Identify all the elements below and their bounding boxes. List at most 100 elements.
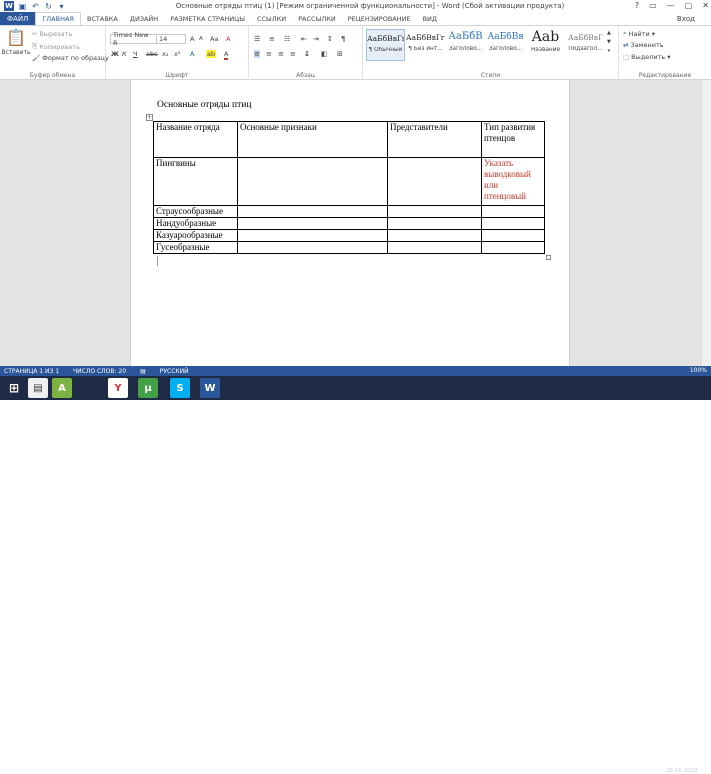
format-painter-button[interactable]: 🖌 Формат по образцу	[32, 54, 109, 62]
table-cell[interactable]: Казуарообразные	[153, 229, 238, 242]
word-count[interactable]: ЧИСЛО СЛОВ: 20	[73, 368, 126, 375]
table-cell[interactable]: Тип развития птенцов	[481, 121, 545, 158]
strikethrough-button[interactable]: abc	[146, 50, 158, 58]
style-heading-2[interactable]: АаБбВв Заголово...	[486, 29, 525, 61]
undo-icon[interactable]: ↶	[31, 2, 40, 11]
table-cell[interactable]: Основные признаки	[237, 121, 388, 158]
grow-font-button[interactable]: A	[190, 35, 194, 43]
word-taskbar-icon[interactable]: W	[200, 378, 220, 398]
tab-mailings[interactable]: РАССЫЛКИ	[292, 12, 342, 25]
table-move-handle[interactable]: +	[146, 114, 153, 121]
paste-button[interactable]: 📋 Вставить	[1, 28, 30, 56]
align-left-icon[interactable]: ≡	[254, 50, 260, 58]
customize-qat-icon[interactable]: ▾	[57, 2, 66, 11]
table-cell[interactable]: Пингвины	[153, 157, 238, 206]
table-cell[interactable]	[481, 229, 545, 242]
table-cell[interactable]	[387, 217, 482, 230]
explorer-icon[interactable]: ▤	[28, 378, 48, 398]
skype-icon[interactable]: S	[170, 378, 190, 398]
copy-button[interactable]: ⎘ Копировать	[32, 42, 80, 51]
table-cell[interactable]	[237, 205, 388, 218]
tab-view[interactable]: ВИД	[417, 12, 443, 25]
shrink-font-button[interactable]: A	[199, 36, 203, 42]
style-subtitle[interactable]: АаБбВвГ Подзагол...	[566, 29, 605, 61]
torrent-icon[interactable]: µ	[138, 378, 158, 398]
justify-icon[interactable]: ≡	[290, 50, 296, 58]
tab-page-layout[interactable]: РАЗМЕТКА СТРАНИЦЫ	[164, 12, 251, 25]
table-cell[interactable]	[387, 229, 482, 242]
font-size-select[interactable]: 14	[156, 34, 186, 44]
minimize-icon[interactable]: —	[667, 1, 675, 10]
style-title[interactable]: Aab Название	[526, 29, 565, 61]
increase-indent-icon[interactable]: ⇥	[313, 35, 319, 43]
table-cell[interactable]	[237, 217, 388, 230]
replace-button[interactable]: ⇄ Заменить	[623, 41, 664, 49]
font-name-select[interactable]: Times New R	[110, 31, 158, 47]
proofing-icon[interactable]: ▤	[140, 368, 146, 375]
table-cell[interactable]: Представители	[387, 121, 482, 158]
tab-review[interactable]: РЕЦЕНЗИРОВАНИЕ	[342, 12, 417, 25]
decrease-indent-icon[interactable]: ⇤	[301, 35, 307, 43]
table-cell[interactable]: Название отряда	[153, 121, 238, 158]
tab-file[interactable]: ФАЙЛ	[0, 12, 36, 25]
table-cell[interactable]	[237, 229, 388, 242]
save-icon[interactable]: ▣	[18, 2, 27, 11]
show-marks-icon[interactable]: ¶	[341, 35, 345, 43]
table-cell[interactable]	[481, 217, 545, 230]
close-icon[interactable]: ✕	[702, 1, 709, 10]
change-case-button[interactable]: Aa	[210, 35, 218, 43]
find-button[interactable]: ⌕ Найти ▾	[623, 29, 655, 38]
vertical-scrollbar[interactable]	[701, 80, 711, 366]
table-cell[interactable]	[237, 241, 388, 254]
table-cell[interactable]	[387, 205, 482, 218]
italic-button[interactable]: К	[122, 50, 127, 58]
shading-icon[interactable]: ◧	[321, 50, 328, 58]
start-icon[interactable]: ⊞	[4, 378, 24, 398]
tab-design[interactable]: ДИЗАЙН	[124, 12, 164, 25]
table-cell[interactable]	[481, 241, 545, 254]
yandex-browser-icon[interactable]: Y	[108, 378, 128, 398]
table-cell[interactable]: Указать выводковый или птенцовый	[481, 157, 545, 206]
select-button[interactable]: ⬚ Выделить ▾	[623, 53, 671, 61]
document-table[interactable]: Название отряда Основные признаки Предст…	[153, 121, 545, 254]
bold-button[interactable]: Ж	[111, 50, 119, 58]
table-cell[interactable]	[481, 205, 545, 218]
tab-insert[interactable]: ВСТАВКА	[81, 12, 124, 25]
text-effects-button[interactable]: A	[190, 50, 194, 58]
maximize-icon[interactable]: ▢	[685, 1, 693, 10]
highlight-button[interactable]: ab	[206, 50, 217, 58]
ribbon-display-icon[interactable]: ▭	[649, 1, 657, 10]
style-normal[interactable]: АаБбВвГг, ¶ Обычный	[366, 29, 405, 61]
table-cell[interactable]: Страусообразные	[153, 205, 238, 218]
table-cell[interactable]	[237, 157, 388, 206]
help-icon[interactable]: ?	[635, 1, 639, 10]
table-cell[interactable]	[387, 241, 482, 254]
subscript-button[interactable]: x₂	[162, 50, 168, 58]
superscript-button[interactable]: x²	[174, 50, 180, 58]
font-color-button[interactable]: A	[224, 50, 229, 60]
line-spacing-icon[interactable]: ↨	[304, 50, 310, 58]
style-no-spacing[interactable]: АаБбВвГг, ¶ Без инт...	[406, 29, 445, 61]
numbering-icon[interactable]: ≡	[269, 35, 275, 43]
sort-icon[interactable]: ↕	[327, 35, 333, 43]
align-center-icon[interactable]: ≡	[266, 50, 272, 58]
borders-icon[interactable]: ⊞	[337, 50, 343, 58]
tab-references[interactable]: ССЫЛКИ	[251, 12, 292, 25]
align-right-icon[interactable]: ≡	[278, 50, 284, 58]
table-cell[interactable]: Гусеобразные	[153, 241, 238, 254]
bullets-icon[interactable]: ☰	[254, 35, 260, 43]
underline-button[interactable]: Ч	[133, 50, 137, 58]
page-count[interactable]: СТРАНИЦА 1 ИЗ 1	[4, 368, 59, 375]
clear-format-button[interactable]: A	[226, 35, 230, 43]
table-cell[interactable]: Нандуобразные	[153, 217, 238, 230]
table-cell[interactable]	[387, 157, 482, 206]
document-page[interactable]: Основные отряды птиц + Название отряда О…	[130, 80, 570, 366]
zoom-level[interactable]: 100%	[690, 367, 707, 374]
table-resize-handle[interactable]	[546, 255, 551, 260]
language[interactable]: РУССКИЙ	[160, 368, 189, 375]
multilevel-list-icon[interactable]: ☷	[284, 35, 290, 43]
green-app-icon[interactable]: A	[52, 378, 72, 398]
redo-icon[interactable]: ↻	[44, 2, 53, 11]
styles-scroll[interactable]: ▲ ▼ ▾	[607, 30, 611, 54]
login-link[interactable]: Вход	[677, 15, 695, 23]
